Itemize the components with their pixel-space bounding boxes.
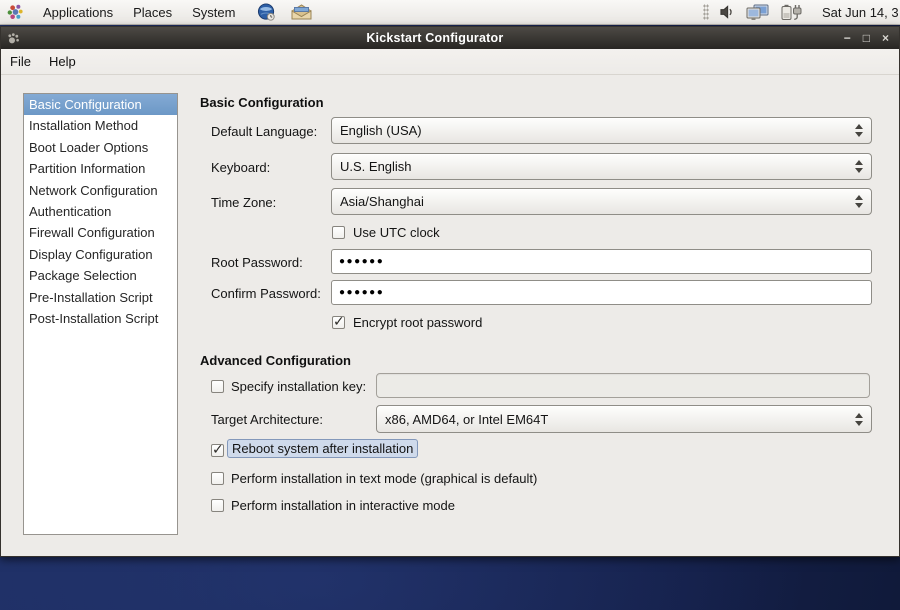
close-button[interactable]: ×: [882, 32, 889, 44]
installation-key-field[interactable]: [376, 373, 870, 398]
installation-key-checkbox[interactable]: [211, 380, 224, 393]
panel-grip-handle[interactable]: [703, 4, 709, 20]
combo-spinner-icon: [846, 118, 871, 143]
keyboard-label: Keyboard:: [211, 160, 270, 175]
sidebar-item-firewall-configuration[interactable]: Firewall Configuration: [24, 222, 177, 243]
default-language-select[interactable]: English (USA): [331, 117, 872, 144]
category-list: Basic Configuration Installation Method …: [23, 93, 178, 535]
target-architecture-value: x86, AMD64, or Intel EM64T: [377, 412, 846, 427]
email-icon[interactable]: [290, 3, 313, 21]
display-icon[interactable]: [746, 4, 770, 21]
interactive-mode-checkbox[interactable]: [211, 499, 224, 512]
battery-icon[interactable]: [780, 4, 803, 21]
window-content: Basic Configuration Installation Method …: [1, 75, 899, 555]
keyboard-value: U.S. English: [332, 159, 846, 174]
target-architecture-select[interactable]: x86, AMD64, or Intel EM64T: [376, 405, 872, 433]
reboot-after-install-checkbox[interactable]: [211, 444, 224, 457]
sidebar-item-installation-method[interactable]: Installation Method: [24, 115, 177, 136]
combo-spinner-icon: [846, 189, 871, 214]
sidebar-item-package-selection[interactable]: Package Selection: [24, 265, 177, 286]
utc-clock-label[interactable]: Use UTC clock: [353, 225, 440, 240]
sidebar-item-post-installation-script[interactable]: Post-Installation Script: [24, 308, 177, 329]
sidebar-item-display-configuration[interactable]: Display Configuration: [24, 244, 177, 265]
encrypt-root-password-label[interactable]: Encrypt root password: [353, 315, 482, 330]
sidebar-item-partition-information[interactable]: Partition Information: [24, 158, 177, 179]
combo-spinner-icon: [846, 406, 871, 432]
interactive-mode-label[interactable]: Perform installation in interactive mode: [231, 498, 455, 513]
sidebar-item-basic-configuration[interactable]: Basic Configuration: [24, 94, 177, 115]
target-architecture-label: Target Architecture:: [211, 412, 323, 427]
volume-icon[interactable]: [719, 4, 736, 20]
sidebar-item-boot-loader-options[interactable]: Boot Loader Options: [24, 137, 177, 158]
combo-spinner-icon: [846, 154, 871, 179]
kickstart-configurator-window: Kickstart Configurator − □ × File Help B…: [0, 26, 900, 557]
window-title: Kickstart Configurator: [26, 31, 844, 45]
keyboard-select[interactable]: U.S. English: [331, 153, 872, 180]
utc-clock-checkbox[interactable]: [332, 226, 345, 239]
maximize-button[interactable]: □: [863, 32, 870, 44]
top-panel: Applications Places System: [0, 0, 900, 25]
root-password-label: Root Password:: [211, 255, 303, 270]
panel-menu-applications[interactable]: Applications: [33, 0, 123, 24]
gnome-foot-logo-icon[interactable]: [6, 3, 25, 22]
default-language-value: English (USA): [332, 123, 846, 138]
panel-menu-system[interactable]: System: [182, 0, 245, 24]
encrypt-root-password-checkbox[interactable]: [332, 316, 345, 329]
root-password-field[interactable]: ●●●●●●: [331, 249, 872, 274]
time-zone-label: Time Zone:: [211, 195, 276, 210]
basic-configuration-heading: Basic Configuration: [200, 95, 324, 110]
menu-file[interactable]: File: [1, 49, 40, 74]
sidebar-item-authentication[interactable]: Authentication: [24, 201, 177, 222]
confirm-password-field[interactable]: ●●●●●●: [331, 280, 872, 305]
reboot-after-install-label[interactable]: Reboot system after installation: [227, 439, 418, 458]
default-language-label: Default Language:: [211, 124, 317, 139]
panel-menu-places[interactable]: Places: [123, 0, 182, 24]
menu-help[interactable]: Help: [40, 49, 85, 74]
desktop: { "colors": { "selection_blue": "#76a1cf…: [0, 0, 900, 610]
window-app-icon: [7, 32, 20, 45]
minimize-button[interactable]: −: [844, 32, 851, 44]
text-mode-label[interactable]: Perform installation in text mode (graph…: [231, 471, 537, 486]
installation-key-label[interactable]: Specify installation key:: [231, 379, 366, 394]
panel-clock[interactable]: Sat Jun 14, 3: [822, 5, 900, 20]
text-mode-checkbox[interactable]: [211, 472, 224, 485]
time-zone-select[interactable]: Asia/Shanghai: [331, 188, 872, 215]
sidebar-item-pre-installation-script[interactable]: Pre-Installation Script: [24, 287, 177, 308]
advanced-configuration-heading: Advanced Configuration: [200, 353, 351, 368]
confirm-password-label: Confirm Password:: [211, 286, 321, 301]
sidebar-item-network-configuration[interactable]: Network Configuration: [24, 180, 177, 201]
window-menubar: File Help: [1, 49, 899, 75]
web-browser-icon[interactable]: [257, 3, 276, 22]
window-titlebar[interactable]: Kickstart Configurator − □ ×: [1, 27, 899, 49]
time-zone-value: Asia/Shanghai: [332, 194, 846, 209]
